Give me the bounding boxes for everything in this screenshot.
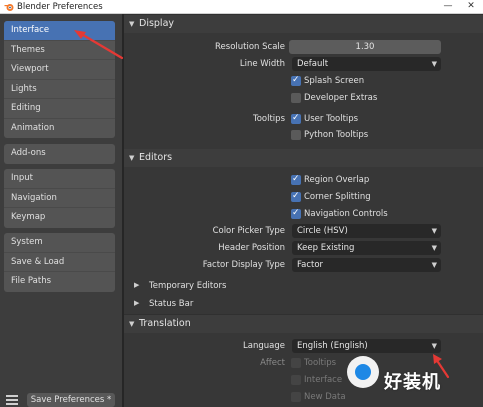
status-bar-label: Status Bar — [149, 299, 194, 309]
display-panel-body: Resolution Scale 1.30 Line Width Default… — [124, 33, 483, 149]
affect-tooltips-label: Tooltips — [304, 358, 337, 368]
status-bar-subpanel[interactable]: ▶ Status Bar — [134, 296, 314, 312]
tooltips-label: Tooltips — [252, 114, 285, 124]
language-label: Language — [243, 341, 285, 351]
chevron-right-icon: ▶ — [134, 299, 140, 307]
sidebar-item-add-ons[interactable]: Add-ons — [4, 144, 115, 164]
checkbox-checked-icon: ✓ — [291, 208, 301, 219]
preferences-main-area: ▼ Display Resolution Scale 1.30 Line Wid… — [124, 14, 483, 407]
chevron-down-icon: ▼ — [431, 261, 437, 269]
translation-panel-header[interactable]: ▼ Translation — [124, 315, 483, 333]
factor-display-type-label: Factor Display Type — [202, 260, 285, 270]
sidebar-item-navigation[interactable]: Navigation — [4, 189, 115, 208]
user-tooltips-label: User Tooltips — [304, 114, 359, 124]
region-overlap-label: Region Overlap — [304, 175, 370, 185]
checkbox-unchecked-icon — [291, 358, 301, 368]
sidebar-item-save-load[interactable]: Save & Load — [4, 253, 115, 272]
line-width-dropdown[interactable]: Default ▼ — [292, 57, 441, 71]
chevron-down-icon: ▼ — [129, 154, 135, 162]
factor-display-type-dropdown[interactable]: Factor ▼ — [292, 258, 441, 272]
checkbox-checked-icon: ✓ — [291, 75, 301, 86]
translation-panel-title: Translation — [139, 318, 191, 329]
chevron-right-icon: ▶ — [134, 281, 140, 289]
nav-group-input: Input Navigation Keymap — [4, 169, 115, 228]
title-bar: Blender Preferences — ✕ — [0, 0, 483, 14]
resolution-scale-label: Resolution Scale — [215, 42, 285, 52]
checkbox-checked-icon: ✓ — [291, 113, 301, 124]
display-panel-title: Display — [139, 18, 175, 29]
language-dropdown[interactable]: English (English) ▼ — [292, 339, 441, 353]
hamburger-menu-icon[interactable] — [6, 395, 18, 405]
sidebar-item-animation[interactable]: Animation — [4, 119, 115, 139]
sidebar-bottom-bar: Save Preferences * — [0, 392, 122, 407]
chevron-down-icon: ▼ — [431, 342, 437, 350]
python-tooltips-label: Python Tooltips — [304, 130, 369, 140]
checkbox-unchecked-icon — [291, 93, 301, 103]
minimize-button[interactable]: — — [437, 0, 459, 13]
color-picker-type-value: Circle (HSV) — [297, 226, 348, 236]
affect-interface-label: Interface — [304, 375, 343, 385]
editors-panel-header[interactable]: ▼ Editors — [124, 149, 483, 167]
chevron-down-icon: ▼ — [431, 60, 437, 68]
resolution-scale-slider[interactable]: 1.30 — [289, 40, 441, 54]
watermark-text: 好装机 — [384, 372, 441, 393]
color-picker-type-dropdown[interactable]: Circle (HSV) ▼ — [292, 224, 441, 238]
window-title: Blender Preferences — [17, 2, 103, 12]
chevron-down-icon: ▼ — [129, 20, 135, 28]
corner-splitting-label: Corner Splitting — [304, 192, 371, 202]
watermark-logo-inner — [355, 364, 371, 380]
splash-screen-label: Splash Screen — [304, 76, 365, 86]
sidebar-item-editing[interactable]: Editing — [4, 99, 115, 119]
sidebar-item-lights[interactable]: Lights — [4, 80, 115, 99]
temporary-editors-subpanel[interactable]: ▶ Temporary Editors — [134, 278, 314, 294]
checkbox-unchecked-icon — [291, 392, 301, 402]
nav-group-system: System Save & Load File Paths — [4, 233, 115, 292]
editors-panel-title: Editors — [139, 152, 173, 163]
preferences-sidebar: Interface Themes Viewport Lights Editing… — [0, 14, 122, 407]
line-width-label: Line Width — [239, 59, 285, 69]
nav-group-addons: Add-ons — [4, 144, 115, 164]
sidebar-item-input[interactable]: Input — [4, 169, 115, 189]
sidebar-item-keymap[interactable]: Keymap — [4, 208, 115, 228]
header-position-value: Keep Existing — [297, 243, 355, 253]
blender-logo-icon — [4, 4, 14, 11]
header-position-label: Header Position — [218, 243, 285, 253]
chevron-down-icon: ▼ — [129, 320, 135, 328]
header-position-dropdown[interactable]: Keep Existing ▼ — [292, 241, 441, 255]
developer-extras-label: Developer Extras — [304, 93, 378, 103]
chevron-down-icon: ▼ — [431, 227, 437, 235]
line-width-value: Default — [297, 59, 329, 69]
sidebar-item-system[interactable]: System — [4, 233, 115, 253]
checkbox-unchecked-icon — [291, 375, 301, 385]
color-picker-type-label: Color Picker Type — [212, 226, 285, 236]
chevron-down-icon: ▼ — [431, 244, 437, 252]
language-value: English (English) — [297, 341, 368, 351]
checkbox-unchecked-icon — [291, 130, 301, 140]
affect-label: Affect — [260, 358, 285, 368]
annotation-arrow-icon — [74, 30, 124, 60]
temporary-editors-label: Temporary Editors — [149, 281, 227, 291]
close-button[interactable]: ✕ — [460, 0, 482, 13]
sidebar-item-file-paths[interactable]: File Paths — [4, 272, 115, 292]
sidebar-item-viewport[interactable]: Viewport — [4, 60, 115, 80]
editors-panel-body: ✓ Region Overlap ✓ Corner Splitting ✓ Na… — [124, 167, 483, 314]
navigation-controls-label: Navigation Controls — [304, 209, 388, 219]
checkbox-checked-icon: ✓ — [291, 191, 301, 202]
checkbox-checked-icon: ✓ — [291, 174, 301, 185]
factor-display-type-value: Factor — [297, 260, 324, 270]
watermark: 好装机 — [340, 352, 483, 407]
save-preferences-button[interactable]: Save Preferences * — [27, 393, 115, 407]
display-panel-header[interactable]: ▼ Display — [124, 15, 483, 33]
